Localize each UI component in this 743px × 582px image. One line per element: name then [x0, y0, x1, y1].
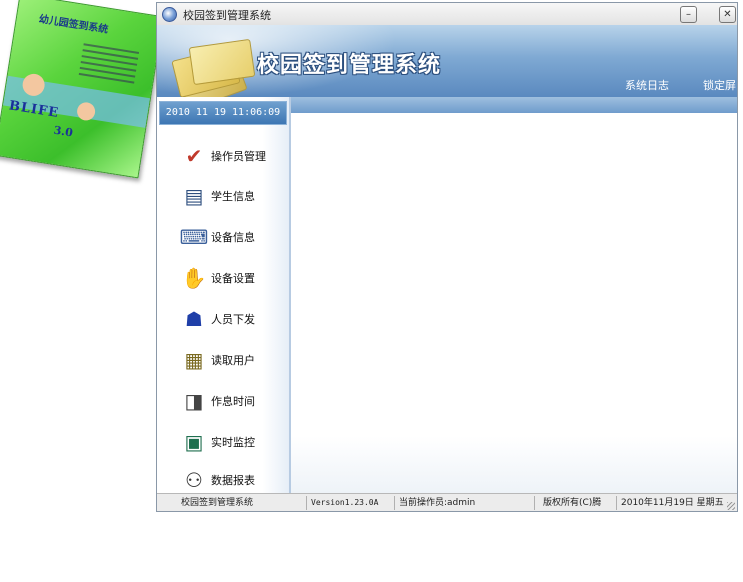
title-bar[interactable]: 校园签到管理系统 – ✕	[157, 3, 737, 26]
nav-item-person-dispatch[interactable]: ☗ 人员下发	[181, 304, 255, 334]
app-window: 校园签到管理系统 – ✕ 校园签到管理系统 系统日志 锁定屏 2010 11 1…	[156, 2, 738, 512]
nav-item-operator-management[interactable]: ✔ 操作员管理	[181, 141, 266, 171]
nav-label: 数据报表	[211, 474, 255, 487]
nav-item-device-info[interactable]: ⌨ 设备信息	[179, 222, 255, 252]
banner-title: 校园签到管理系统	[257, 53, 442, 78]
nav-label: 读取用户	[211, 354, 255, 367]
status-version: Version1.23.0A	[307, 496, 395, 510]
nav-item-student-info[interactable]: ▤ 学生信息	[181, 181, 255, 211]
app-icon	[162, 7, 177, 22]
status-date: 2010年11月19日 星期五	[621, 498, 724, 508]
device-settings-icon: ✋	[181, 266, 207, 290]
box-text-lines	[78, 39, 140, 87]
nav-item-device-settings[interactable]: ✋ 设备设置	[181, 263, 255, 293]
status-bar: 校园签到管理系统 Version1.23.0A 当前操作员:admin 版权所有…	[157, 493, 737, 511]
device-info-icon: ⌨	[179, 225, 209, 249]
student-info-icon: ▤	[184, 184, 204, 208]
lock-screen-link[interactable]: 锁定屏	[703, 77, 736, 93]
nav-label: 实时监控	[211, 436, 255, 449]
nav-label: 学生信息	[211, 190, 255, 203]
person-dispatch-icon: ☗	[185, 307, 203, 331]
nav-label: 人员下发	[211, 313, 255, 326]
content-header-bar	[291, 97, 737, 113]
nav-item-data-report[interactable]: ⚇ 数据报表	[181, 465, 255, 495]
box-version: 3.0	[52, 123, 74, 140]
status-app-name: 校园签到管理系统	[157, 496, 307, 510]
schedule-icon: ◨	[184, 389, 204, 413]
nav-item-realtime-monitor[interactable]: ▣ 实时监控	[181, 427, 255, 457]
nav-label: 作息时间	[211, 395, 255, 408]
nav-label: 设备信息	[211, 231, 255, 244]
nav-label: 设备设置	[211, 272, 255, 285]
nav-item-read-users[interactable]: ▦ 读取用户	[181, 345, 255, 375]
window-title: 校园签到管理系统	[183, 9, 271, 22]
status-operator: 当前操作员:admin	[395, 496, 535, 510]
data-report-icon: ⚇	[185, 468, 203, 492]
close-button[interactable]: ✕	[719, 6, 736, 23]
sidebar: 2010 11 19 11:06:09 ✔ 操作员管理 ▤ 学生信息 ⌨ 设备信…	[157, 97, 291, 493]
monitor-icon: ▣	[184, 430, 204, 454]
header-banner: 校园签到管理系统 系统日志 锁定屏	[157, 25, 737, 111]
datetime-display: 2010 11 19 11:06:09	[159, 101, 287, 125]
operator-icon: ✔	[185, 144, 203, 168]
nav-label: 操作员管理	[211, 150, 266, 163]
nav-item-schedule[interactable]: ◨ 作息时间	[181, 386, 255, 416]
main-content-area	[291, 113, 737, 493]
minimize-button[interactable]: –	[680, 6, 697, 23]
product-box-image: 幼儿园签到系统 BLIFE 3.0	[0, 0, 164, 179]
status-copyright: 版权所有(C)腾	[535, 496, 617, 510]
box-title: 幼儿园签到系统	[38, 13, 109, 36]
resize-grip[interactable]	[727, 502, 735, 510]
system-log-link[interactable]: 系统日志	[625, 77, 669, 93]
read-users-icon: ▦	[184, 348, 204, 372]
